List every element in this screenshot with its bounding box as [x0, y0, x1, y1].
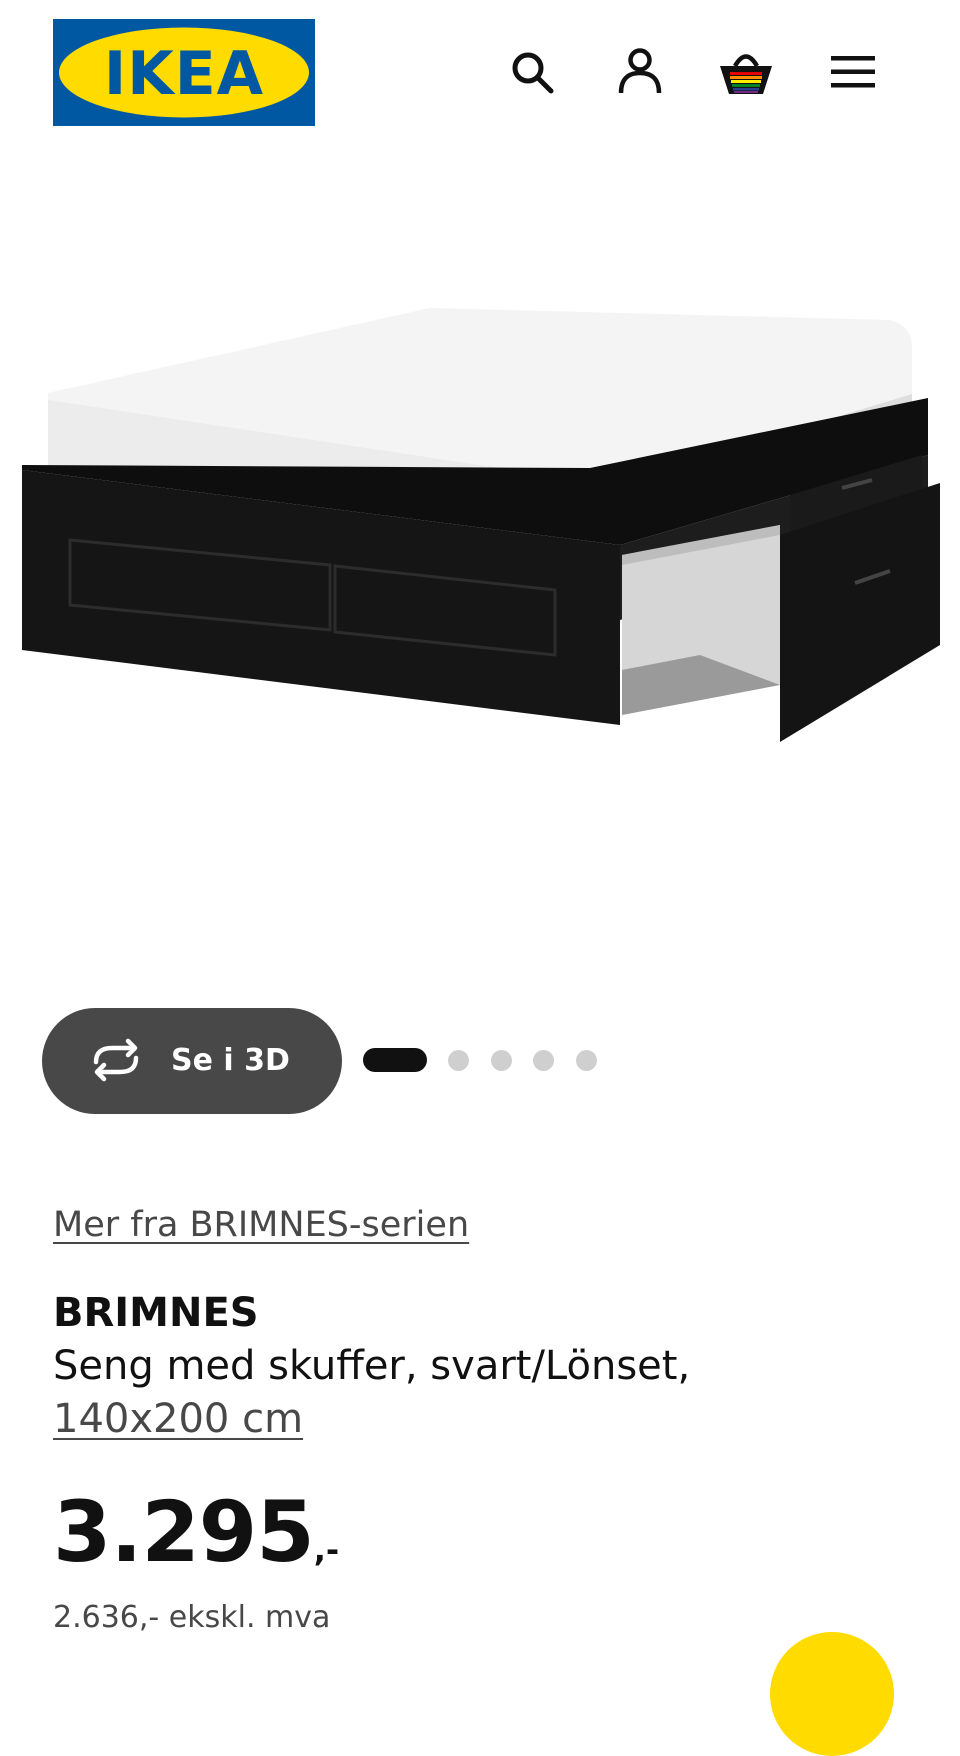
product-size-link[interactable]: 140x200 cm: [53, 1396, 303, 1442]
product-name: BRIMNES: [53, 1290, 259, 1336]
product-description: Seng med skuffer, svart/Lönset,: [53, 1343, 691, 1389]
menu-icon[interactable]: [825, 44, 881, 100]
series-link[interactable]: Mer fra BRIMNES-serien: [53, 1205, 469, 1245]
carousel-dot-2[interactable]: [448, 1050, 469, 1071]
carousel-dot-5[interactable]: [576, 1050, 597, 1071]
svg-text:IKEA: IKEA: [104, 39, 264, 109]
add-to-cart-fab[interactable]: [770, 1632, 894, 1756]
bed-illustration: [22, 308, 940, 742]
shopping-bag-icon[interactable]: [718, 44, 774, 100]
price-suffix: ,-: [313, 1531, 340, 1569]
product-price: 3.295,-: [53, 1483, 339, 1581]
carousel-dot-1[interactable]: [363, 1048, 427, 1072]
ikea-logo[interactable]: IKEA: [53, 19, 315, 126]
product-image[interactable]: Se i 3D: [0, 150, 960, 1114]
carousel-dot-3[interactable]: [491, 1050, 512, 1071]
search-icon[interactable]: [504, 44, 560, 100]
user-icon[interactable]: [612, 44, 668, 100]
price-amount: 3.295: [53, 1483, 315, 1581]
carousel-indicator: [0, 1048, 960, 1072]
price-ex-vat: 2.636,- ekskl. mva: [53, 1600, 331, 1635]
carousel-dot-4[interactable]: [533, 1050, 554, 1071]
site-header: IKEA: [0, 0, 960, 140]
